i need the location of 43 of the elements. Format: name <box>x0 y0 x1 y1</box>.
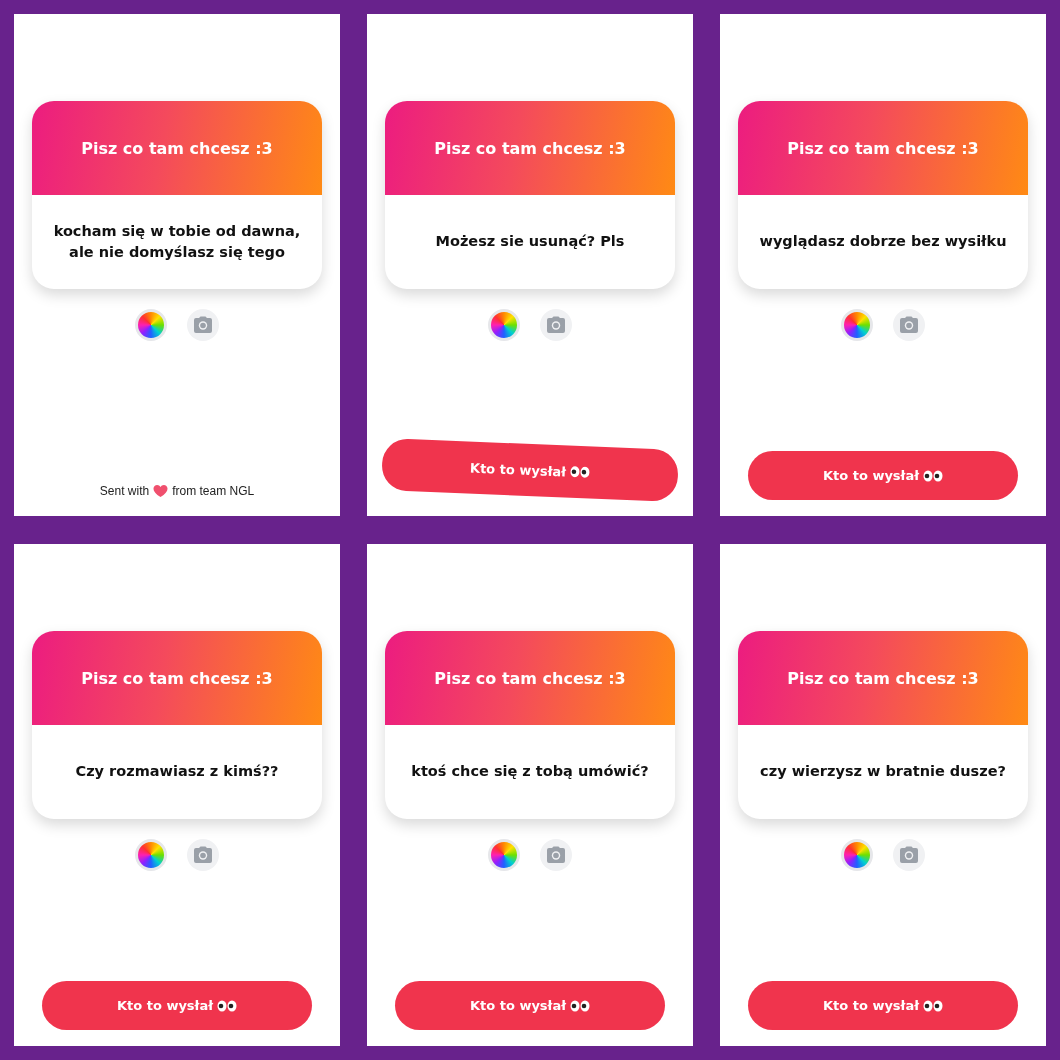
camera-button[interactable] <box>187 839 219 871</box>
camera-icon <box>899 316 919 334</box>
credit-text: from team NGL <box>172 484 255 498</box>
camera-icon <box>193 316 213 334</box>
color-wheel-icon[interactable] <box>135 839 167 871</box>
eyes-icon <box>923 999 944 1012</box>
reveal-sender-button[interactable]: Kto to wysłał <box>748 451 1018 500</box>
camera-icon <box>899 846 919 864</box>
reveal-sender-button[interactable]: Kto to wysłał <box>42 981 312 1030</box>
message-text: Możesz sie usunąć? Pls <box>435 232 625 252</box>
credit-text: Sent with <box>99 484 150 498</box>
reveal-sender-button[interactable]: Kto to wysłał <box>748 981 1018 1030</box>
color-wheel-icon[interactable] <box>488 839 520 871</box>
card-title: Pisz co tam chcesz :3 <box>787 668 979 688</box>
message-text: kocham się w tobie od dawna, ale nie domyślasz się tego <box>52 222 302 262</box>
camera-button[interactable] <box>893 309 925 341</box>
card-title: Pisz co tam chcesz :3 <box>81 138 273 158</box>
color-wheel-icon[interactable] <box>135 309 167 341</box>
eyes-icon <box>569 465 591 479</box>
camera-icon <box>546 846 566 864</box>
eyes-icon <box>570 999 591 1012</box>
eyes-icon <box>923 469 944 482</box>
color-wheel-icon[interactable] <box>841 309 873 341</box>
message-text: czy wierzysz w bratnie dusze? <box>760 762 1006 782</box>
card-title: Pisz co tam chcesz :3 <box>787 138 979 158</box>
message-text: Czy rozmawiasz z kimś?? <box>75 762 279 782</box>
reveal-sender-button[interactable]: Kto to wysłał <box>381 438 679 502</box>
color-wheel-icon[interactable] <box>841 839 873 871</box>
message-text: ktoś chce się z tobą umówić? <box>411 762 649 782</box>
eyes-icon <box>217 999 238 1012</box>
heart-icon <box>153 484 169 498</box>
card-title: Pisz co tam chcesz :3 <box>81 668 273 688</box>
camera-button[interactable] <box>187 309 219 341</box>
camera-button[interactable] <box>540 839 572 871</box>
message-text: wyglądasz dobrze bez wysiłku <box>759 232 1007 252</box>
card-title: Pisz co tam chcesz :3 <box>434 138 626 158</box>
reveal-sender-button[interactable]: Kto to wysłał <box>395 981 665 1030</box>
color-wheel-icon[interactable] <box>488 309 520 341</box>
camera-button[interactable] <box>540 309 572 341</box>
camera-button[interactable] <box>893 839 925 871</box>
camera-icon <box>546 316 566 334</box>
card-title: Pisz co tam chcesz :3 <box>434 668 626 688</box>
camera-icon <box>193 846 213 864</box>
